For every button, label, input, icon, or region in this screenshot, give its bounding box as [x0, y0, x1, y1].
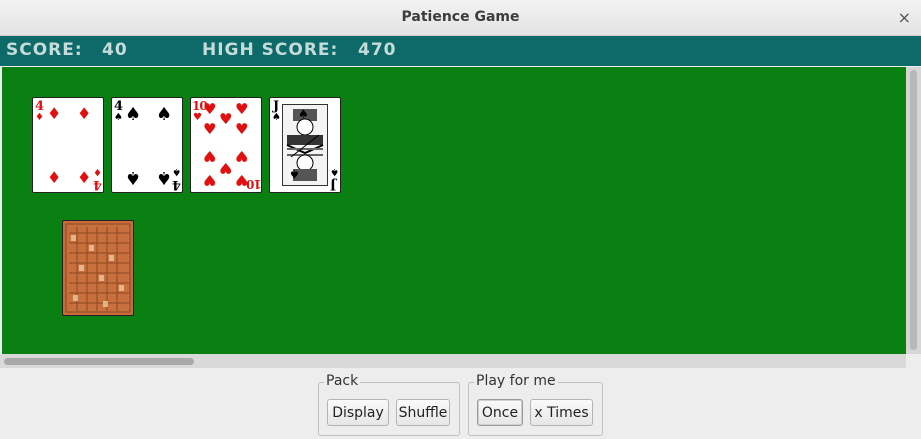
card-rank-inverted: J [330, 177, 337, 192]
card-jack-spades[interactable]: J ♠ ♠ ♠ ♠ J [269, 97, 341, 193]
diamond-icon: ♦ [47, 168, 62, 187]
card-table[interactable]: 4 ♦ ♦ ♦ ♦ ♦ ♦ 4 4 ♠ ♠ ♠ ♠ ♠ ♠ 4 10 ♥ ♥ ♥… [2, 67, 906, 354]
horizontal-scroll-thumb[interactable] [4, 358, 194, 365]
spade-icon: ♠ [114, 112, 123, 123]
card-rank-inverted: 4 [172, 177, 182, 192]
card-10-hearts[interactable]: 10 ♥ ♥ ♥ ♥ ♥ ♥ ♥ ♥ ♥ ♥ ♥ 10 [190, 97, 262, 193]
heart-icon: ♥ [203, 171, 217, 189]
spade-icon: ♠ [156, 167, 173, 188]
card-4-diamonds[interactable]: 4 ♦ ♦ ♦ ♦ ♦ ♦ 4 [32, 97, 104, 193]
diamond-icon: ♦ [93, 166, 102, 177]
shuffle-button[interactable]: Shuffle [396, 399, 450, 426]
card-back-pattern-icon [65, 223, 131, 313]
spade-icon: ♠ [125, 104, 142, 125]
score-value: 40 [102, 40, 128, 60]
card-4-spades[interactable]: 4 ♠ ♠ ♠ ♠ ♠ ♠ 4 [111, 97, 183, 193]
heart-icon: ♥ [219, 159, 233, 177]
heart-icon: ♥ [219, 110, 233, 128]
close-icon[interactable]: × [898, 8, 911, 27]
once-button[interactable]: Once [477, 399, 523, 426]
spade-icon: ♠ [172, 166, 181, 177]
score-bar: SCORE: 40 HIGH SCORE: 470 [0, 36, 921, 66]
spade-icon: ♠ [272, 112, 281, 123]
heart-icon: ♥ [235, 147, 249, 165]
deck-card-back[interactable] [62, 220, 134, 316]
play-for-me-group: Play for me Once x Times [468, 373, 603, 436]
spade-icon: ♠ [330, 166, 339, 177]
diamond-icon: ♦ [77, 168, 92, 187]
card-rank-inverted: 10 [247, 177, 262, 191]
pack-legend: Pack [324, 373, 361, 389]
heart-icon: ♥ [203, 120, 217, 138]
diamond-icon: ♦ [47, 104, 62, 123]
heart-icon: ♥ [203, 100, 217, 118]
horizontal-scrollbar[interactable] [0, 354, 906, 368]
vertical-scroll-thumb[interactable] [910, 70, 917, 350]
window-title: Patience Game [401, 9, 520, 25]
spade-icon: ♠ [289, 167, 300, 181]
title-bar: Patience Game × [0, 0, 921, 36]
score-label: SCORE: [6, 40, 83, 60]
x-times-button[interactable]: x Times [530, 399, 593, 426]
spade-icon: ♠ [298, 107, 309, 121]
spade-icon: ♠ [125, 167, 142, 188]
vertical-scrollbar[interactable] [906, 67, 921, 354]
pack-group: Pack Display Shuffle [318, 373, 460, 436]
high-score-value: 470 [358, 40, 397, 60]
card-rank-inverted: 4 [93, 177, 103, 192]
play-for-me-legend: Play for me [474, 373, 558, 389]
display-button[interactable]: Display [327, 399, 389, 426]
heart-icon: ♥ [235, 120, 249, 138]
high-score-label: HIGH SCORE: [202, 40, 339, 60]
diamond-icon: ♦ [77, 104, 92, 123]
diamond-icon: ♦ [35, 112, 44, 123]
heart-icon: ♥ [235, 100, 249, 118]
heart-icon: ♥ [203, 147, 217, 165]
spade-icon: ♠ [156, 104, 173, 125]
heart-icon: ♥ [193, 112, 202, 123]
